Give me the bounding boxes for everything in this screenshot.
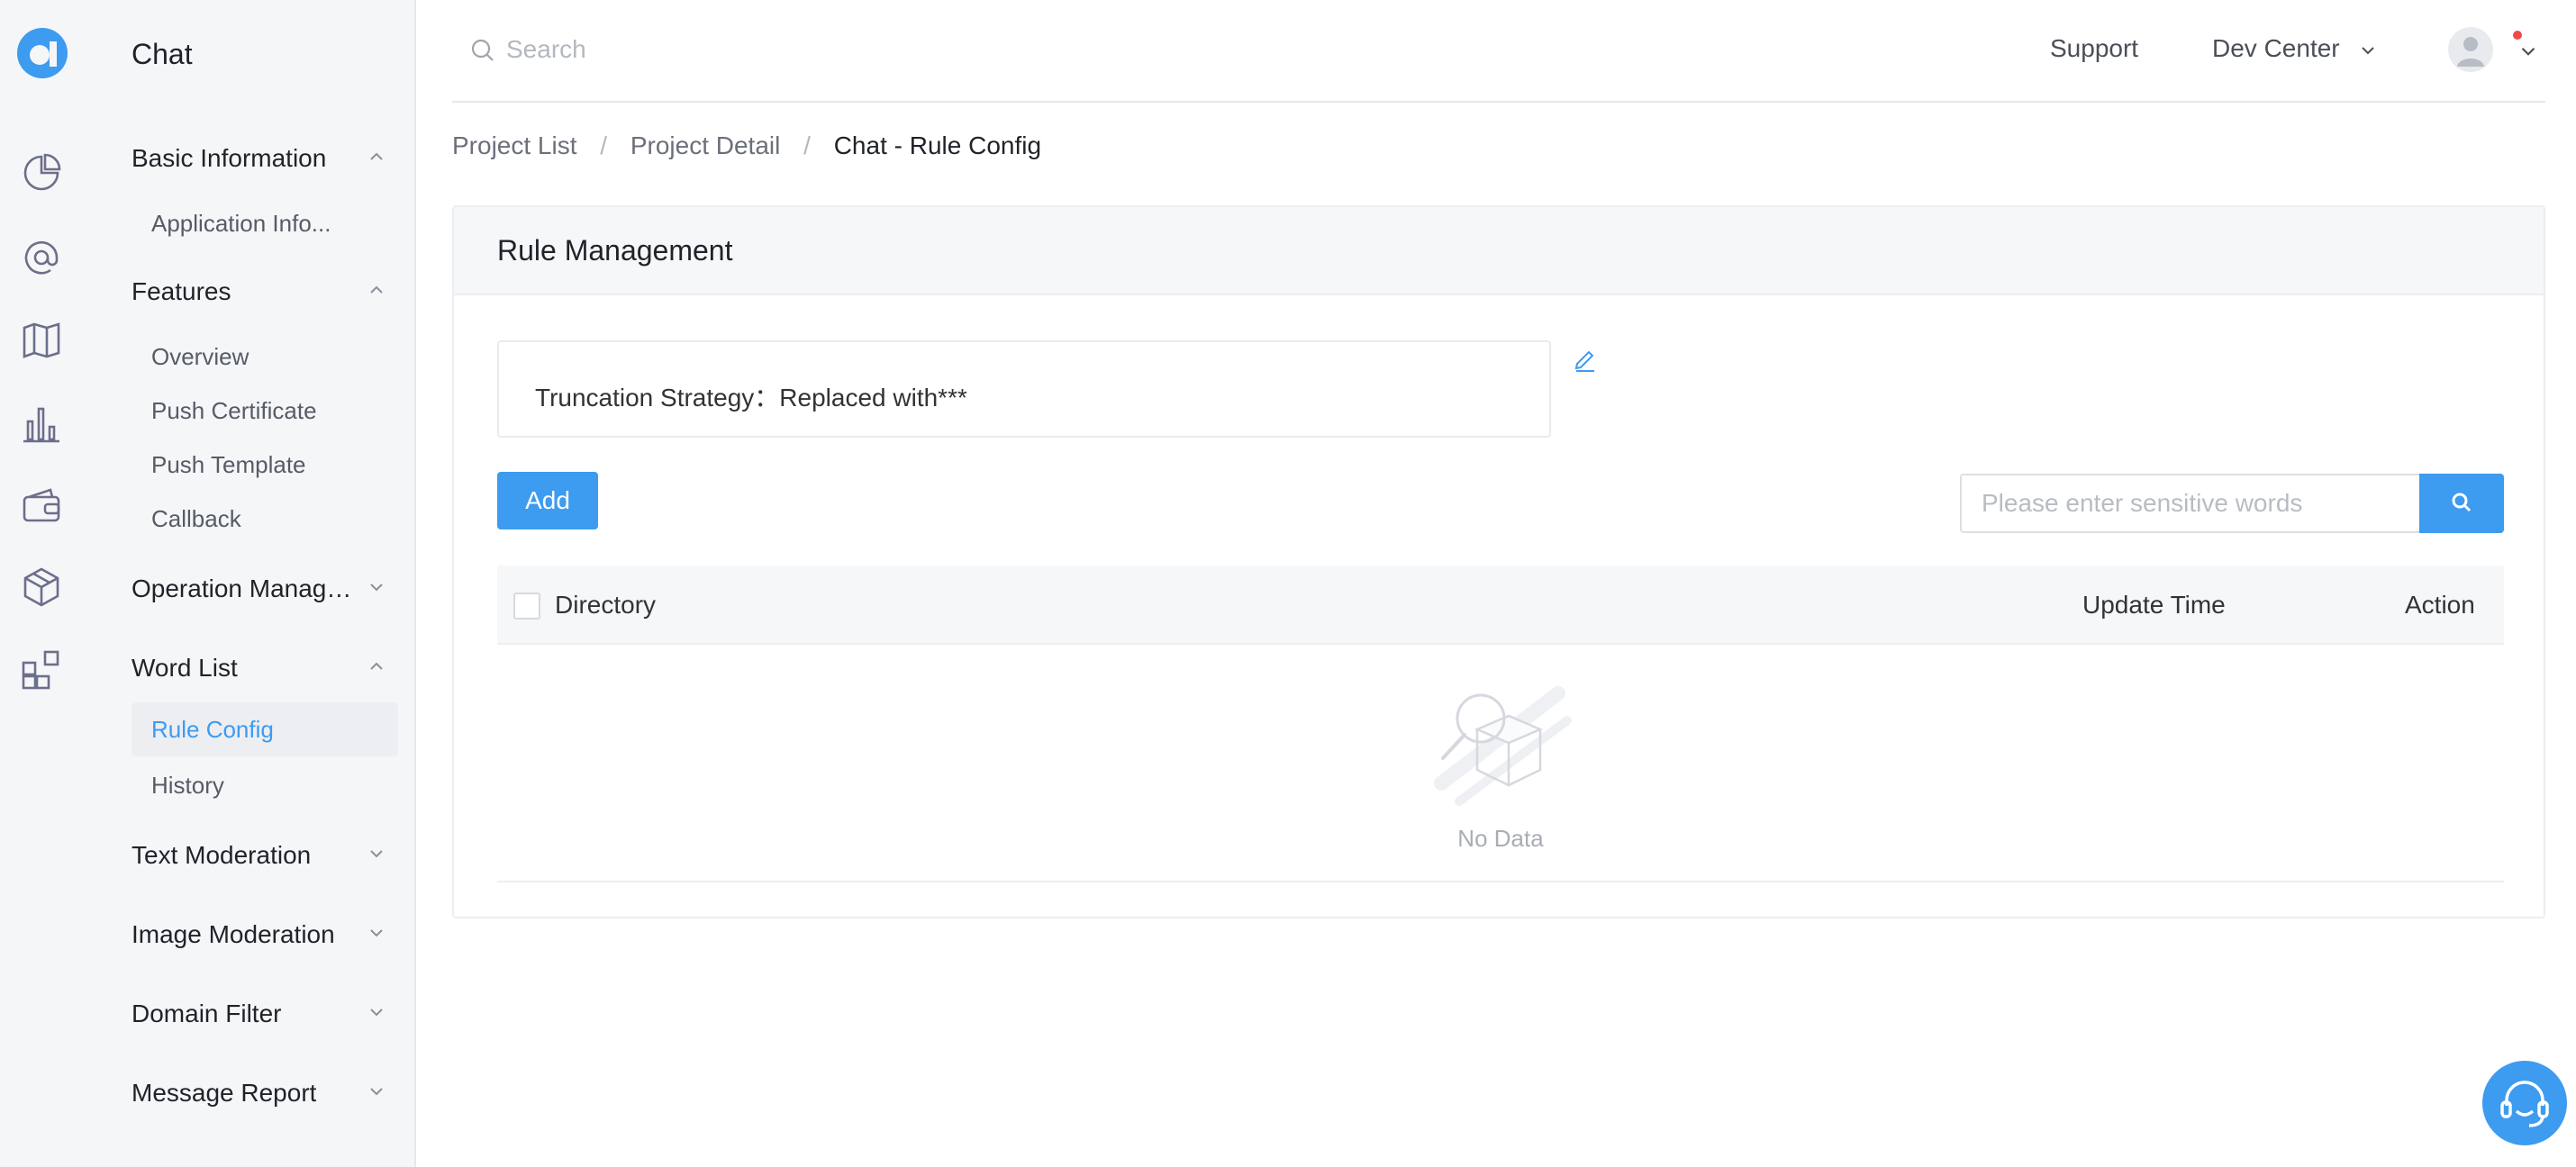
breadcrumb-project-detail[interactable]: Project Detail — [630, 131, 781, 159]
sidebar-group-label: Domain Filter — [132, 999, 282, 1027]
sidebar-group-domain-filter[interactable]: Domain Filter — [132, 998, 393, 1028]
brand-logo-icon[interactable] — [16, 27, 68, 79]
icon-rail — [0, 0, 94, 1167]
card-header: Rule Management — [454, 207, 2544, 295]
sidebar-group-image-moderation[interactable]: Image Moderation — [132, 918, 393, 949]
search-icon — [471, 39, 494, 61]
user-icon — [2457, 37, 2484, 67]
chevron-down-icon — [370, 850, 383, 858]
chevron-down-icon — [370, 584, 383, 592]
breadcrumb: Project List / Project Detail / Chat - R… — [452, 131, 1041, 160]
sensitive-word-search-button[interactable] — [2419, 474, 2504, 533]
support-link[interactable]: Support — [2050, 34, 2138, 63]
sidebar-title: Chat — [132, 38, 193, 70]
table-empty-state: No Data — [497, 645, 2504, 882]
sidebar-group-label: Basic Information — [132, 143, 327, 172]
dev-center-dropdown[interactable]: Dev Center — [2212, 34, 2379, 63]
sidebar-item-history[interactable]: History — [132, 758, 398, 812]
empty-box-icon — [1434, 686, 1572, 806]
notification-dot — [2513, 31, 2522, 40]
breadcrumb-project-list[interactable]: Project List — [452, 131, 577, 159]
wallet-icon[interactable] — [20, 484, 63, 528]
dev-center-label: Dev Center — [2212, 34, 2340, 62]
package-icon[interactable] — [20, 565, 63, 609]
truncation-strategy-box: Truncation Strategy：Replaced with*** — [497, 340, 1551, 438]
sidebar-group-label: Features — [132, 276, 231, 305]
chevron-down-icon — [370, 1088, 383, 1096]
headset-icon — [2500, 1081, 2549, 1127]
sidebar-item-push-certificate[interactable]: Push Certificate — [132, 384, 398, 438]
edit-icon[interactable] — [1571, 344, 1600, 373]
breadcrumb-separator: / — [600, 131, 608, 159]
global-search-input[interactable] — [506, 27, 1047, 72]
customer-support-button[interactable] — [2482, 1061, 2567, 1145]
sidebar-group-label: Image Moderation — [132, 919, 335, 948]
bar-chart-icon[interactable] — [20, 402, 63, 445]
pie-chart-icon[interactable] — [20, 151, 63, 194]
sidebar-group-label: Operation Management — [132, 574, 357, 602]
apps-icon[interactable] — [20, 648, 63, 692]
sensitive-word-search-input[interactable] — [1960, 474, 2419, 533]
at-sign-icon[interactable] — [20, 236, 63, 279]
empty-state-text: No Data — [1457, 825, 1544, 852]
select-all-checkbox[interactable] — [513, 593, 540, 620]
breadcrumb-current: Chat - Rule Config — [833, 131, 1042, 159]
sidebar-group-label: Message Report — [132, 1078, 317, 1107]
add-button[interactable]: Add — [497, 472, 598, 529]
sidebar-group-label: Text Moderation — [132, 840, 312, 869]
sidebar-item-push-template[interactable]: Push Template — [132, 438, 398, 492]
column-update-time: Update Time — [2082, 591, 2226, 619]
sidebar-group-features[interactable]: Features — [132, 276, 393, 306]
chevron-down-icon — [370, 929, 383, 937]
column-action: Action — [2405, 591, 2475, 619]
column-directory: Directory — [555, 591, 657, 619]
sidebar-item-overview[interactable]: Overview — [132, 330, 398, 384]
top-bar: Support Dev Center — [452, 0, 2545, 103]
sidebar-group-text-moderation[interactable]: Text Moderation — [132, 839, 393, 870]
sidebar-group-message-report[interactable]: Message Report — [132, 1077, 393, 1108]
sidebar-item-callback[interactable]: Callback — [132, 492, 398, 546]
breadcrumb-separator: / — [803, 131, 811, 159]
sidebar: Chat Basic Information Application Info.… — [94, 0, 416, 1167]
sidebar-item-rule-config[interactable]: Rule Config — [132, 702, 398, 756]
chevron-down-icon[interactable] — [2517, 40, 2540, 63]
chevron-up-icon — [370, 152, 383, 160]
chevron-up-icon — [370, 662, 383, 670]
rule-management-card: Rule Management Truncation Strategy：Repl… — [452, 205, 2545, 918]
card-title: Rule Management — [497, 234, 733, 267]
map-icon[interactable] — [20, 319, 63, 362]
table-header: Directory Update Time Action — [497, 565, 2504, 645]
search-icon — [2452, 493, 2472, 511]
truncation-strategy-text: Truncation Strategy：Replaced with*** — [535, 384, 967, 412]
chevron-down-icon — [2362, 46, 2375, 55]
user-avatar[interactable] — [2448, 27, 2493, 72]
sidebar-group-basic-information[interactable]: Basic Information — [132, 142, 393, 173]
sidebar-group-word-list[interactable]: Word List — [132, 652, 393, 683]
sidebar-group-label: Word List — [132, 653, 238, 682]
chevron-down-icon — [370, 1009, 383, 1017]
sidebar-item-application-info[interactable]: Application Info... — [132, 196, 398, 250]
sidebar-group-operation-management[interactable]: Operation Management — [132, 573, 393, 603]
chevron-up-icon — [370, 285, 383, 294]
